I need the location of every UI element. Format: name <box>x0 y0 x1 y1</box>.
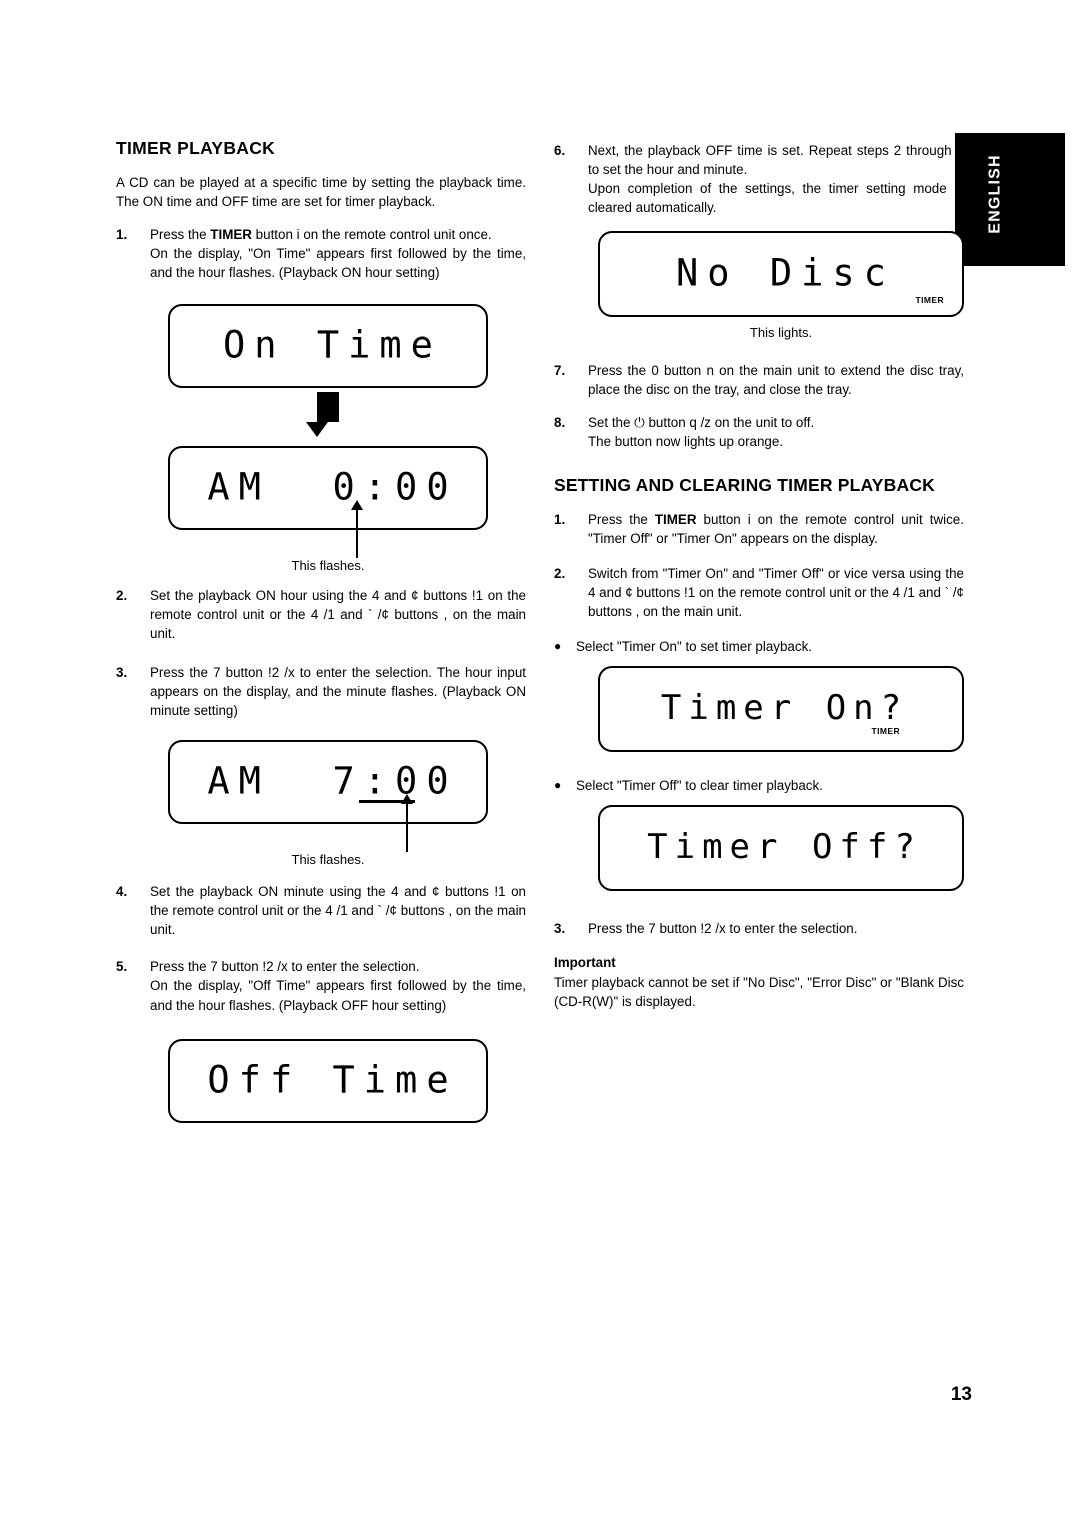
bullet-dot-icon: ● <box>554 639 562 654</box>
step-text-line1: Press the 7 button !2 /x to enter the se… <box>150 959 420 975</box>
lcd-display-off-time: Off Time <box>168 1038 488 1123</box>
step-text: Press the 7 button !2 /x to enter the se… <box>588 921 858 937</box>
lcd-display-am-7-00: AM 7:00 <box>168 740 488 825</box>
step-text-line2: On the display, "On Time" appears first … <box>150 246 526 281</box>
step-number: 8. <box>554 415 566 431</box>
step-text-bold-timer: TIMER <box>654 512 697 528</box>
manual-page: ENGLISH TIMER PLAYBACK A CD can be playe… <box>0 0 1080 1528</box>
lcd-timer-indicator-label: TIMER <box>915 295 944 306</box>
right-step-3: 3. Press the 7 button !2 /x to enter the… <box>554 919 964 938</box>
left-step-5: 5. Press the 7 button !2 /x to enter the… <box>116 957 526 1014</box>
right-step-7: 7. Press the 0 button n on the main unit… <box>554 361 964 399</box>
bullet-dot-icon: ● <box>554 778 562 793</box>
step-text-part-a: Press the <box>150 227 211 243</box>
step-text-line1: Next, the playback OFF time is set. Repe… <box>588 143 964 178</box>
step-text-line2: The button now lights up orange. <box>588 434 784 450</box>
lcd-display-timer-on: Timer On? TIMER <box>598 666 964 753</box>
step-number: 1. <box>554 512 566 528</box>
bullet-text: Select "Timer Off" to clear timer playba… <box>576 778 823 794</box>
lcd-display-am-0-00-text: AM 0:00 <box>207 465 458 509</box>
heading-setting-clearing-timer-playback: SETTING AND CLEARING TIMER PLAYBACK <box>554 475 935 496</box>
step-text-bold-timer: TIMER <box>210 227 252 243</box>
step-number: 4. <box>116 884 128 900</box>
step-text: Next, the playback OFF time is set. Repe… <box>588 141 964 217</box>
step-number: 2. <box>554 566 566 582</box>
callout-arrow-head-2 <box>401 794 413 805</box>
step-number: 6. <box>554 143 566 158</box>
intro-paragraph: A CD can be played at a specific time by… <box>116 175 526 210</box>
right-step-1: 1. Press the TIMER button i on the remot… <box>554 510 964 548</box>
step-text-part-a: Press the <box>588 512 655 528</box>
step-number: 2. <box>116 588 128 604</box>
right-step-2: 2. Switch from "Timer On" and "Timer Off… <box>554 564 964 621</box>
english-side-tab: ENGLISH <box>955 133 1065 266</box>
step-text: Set the ⏻ button q /z on the unit to off… <box>588 413 964 451</box>
bullet-select-timer-on: ● Select "Timer On" to set timer playbac… <box>554 637 964 656</box>
callout-arrow-shaft-2 <box>406 804 408 853</box>
step-text: Press the 7 button !2 /x to enter the se… <box>150 957 526 1014</box>
lcd-display-no-disc: No Disc TIMER <box>598 231 964 318</box>
important-text: Timer playback cannot be set if "No Disc… <box>554 974 964 1009</box>
step-text-line2: On the display, "Off Time" appears first… <box>150 978 526 1013</box>
caption-this-flashes-2: This flashes. <box>291 852 365 868</box>
lcd-display-on-time: On Time <box>168 304 488 389</box>
lcd-display-am-0-00: AM 0:00 <box>168 446 488 531</box>
step-text-line2: Upon completion of the settings, the tim… <box>588 181 964 216</box>
step-number: 7. <box>554 363 566 379</box>
step-text-part-c: button i on the remote control unit once… <box>251 227 492 243</box>
right-step-8: 8. Set the ⏻ button q /z on the unit to … <box>554 413 964 451</box>
step-number: 3. <box>554 921 566 937</box>
bullet-text: Select "Timer On" to set timer playback. <box>576 639 812 655</box>
step-number: 3. <box>116 665 128 681</box>
caption-this-flashes-1: This flashes. <box>291 558 365 574</box>
step-text: Press the TIMER button i on the remote c… <box>588 510 964 548</box>
english-side-tab-label: ENGLISH <box>986 154 1004 234</box>
lcd-timer-indicator-label: TIMER <box>871 726 900 737</box>
right-column: 6. Next, the playback OFF time is set. R… <box>554 138 964 1025</box>
callout-arrow-head-1 <box>351 500 363 511</box>
lcd-display-am-7-00-text: AM 7:00 <box>207 759 458 803</box>
left-column: TIMER PLAYBACK A CD can be played at a s… <box>116 138 526 1131</box>
step-text: Press the 0 button n on the main unit to… <box>588 363 964 398</box>
lcd-display-off-time-text: Off Time <box>207 1058 458 1102</box>
step-number: 5. <box>116 959 128 975</box>
lcd-display-timer-off: Timer Off? <box>598 805 964 892</box>
lcd-display-timer-off-text: Timer Off? <box>647 827 922 868</box>
left-step-2: 2. Set the playback ON hour using the 4 … <box>116 586 526 643</box>
page-number: 13 <box>950 1384 972 1405</box>
flow-arrow-head <box>306 422 328 438</box>
lcd-display-timer-on-text: Timer On? <box>660 688 909 729</box>
step-text: Set the playback ON hour using the 4 and… <box>150 588 526 642</box>
lcd-display-no-disc-text: No Disc <box>676 251 895 295</box>
step-text: Set the playback ON minute using the 4 a… <box>150 884 526 938</box>
step-text: Press the 7 button !2 /x to enter the se… <box>150 665 526 719</box>
callout-arrow-shaft-1 <box>356 510 358 559</box>
left-step-3: 3. Press the 7 button !2 /x to enter the… <box>116 663 526 720</box>
step-number: 1. <box>116 227 128 243</box>
bullet-select-timer-off: ● Select "Timer Off" to clear timer play… <box>554 776 964 795</box>
important-heading: Important <box>554 954 616 970</box>
step-text: Switch from "Timer On" and "Timer Off" o… <box>588 566 964 620</box>
step-text-line1: Set the ⏻ button q /z on the unit to off… <box>588 415 815 431</box>
left-step-1: 1. Press the TIMER button i on the remot… <box>116 225 526 282</box>
lcd-display-on-time-text: On Time <box>223 323 442 367</box>
heading-timer-playback: TIMER PLAYBACK <box>116 138 276 158</box>
right-step-6: 6. Next, the playback OFF time is set. R… <box>554 141 964 217</box>
caption-this-lights: This lights. <box>749 325 813 341</box>
step-text: Press the TIMER button i on the remote c… <box>150 225 526 282</box>
left-step-4: 4. Set the playback ON minute using the … <box>116 882 526 939</box>
